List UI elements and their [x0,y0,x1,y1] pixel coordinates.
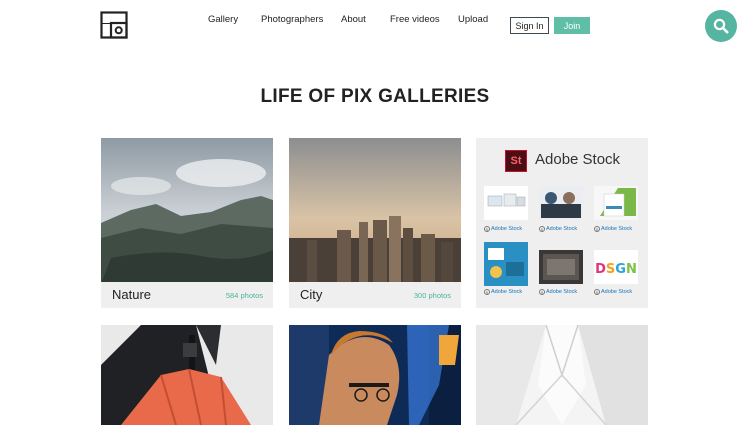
stock-thumbnail-label[interactable]: $ Adobe Stock [594,289,642,295]
gallery-card-architecture[interactable] [476,325,648,425]
gallery-card-people[interactable] [289,325,461,425]
stock-thumbnail-label[interactable]: $ Adobe Stock [484,226,532,232]
gallery-caption: Nature 584 photos [101,282,273,308]
stock-thumbnail[interactable] [594,186,638,220]
gallery-photo-count: 584 photos [225,291,263,300]
gallery-caption: City 300 photos [289,282,461,308]
logo-icon[interactable] [100,11,128,39]
nav-free-videos[interactable]: Free videos [390,14,440,25]
stock-thumbnail-label[interactable]: $ Adobe Stock [539,226,587,232]
stock-thumbnail[interactable] [539,186,583,220]
dollar-icon: $ [594,289,600,295]
stock-thumbnail-label[interactable]: $ Adobe Stock [539,289,587,295]
dollar-icon: $ [484,226,490,232]
gallery-photo-count: 300 photos [413,291,451,300]
sign-in-button[interactable]: Sign In [510,17,549,34]
dollar-icon: $ [539,289,545,295]
nav-about[interactable]: About [341,14,366,25]
stock-thumbnail-label[interactable]: $ Adobe Stock [484,289,532,295]
dollar-icon: $ [484,289,490,295]
stock-thumbnail-label[interactable]: $ Adobe Stock [594,226,642,232]
adobe-stock-logo: St [505,150,527,172]
stock-thumbnail[interactable] [484,186,528,220]
stock-thumbnail[interactable]: DSGN [594,250,638,284]
gallery-card-city[interactable]: City 300 photos [289,138,461,308]
search-icon [713,18,729,34]
page-title: LIFE OF PIX GALLERIES [260,86,490,107]
stock-thumbnail[interactable] [539,250,583,284]
architecture-photo [476,325,648,425]
nature-photo [101,138,273,284]
nav-gallery[interactable]: Gallery [208,14,238,25]
nav-upload[interactable]: Upload [458,14,488,25]
gallery-name: City [300,287,323,302]
gallery-card-umbrella[interactable] [101,325,273,425]
adobe-stock-ad[interactable]: St Adobe Stock $ Adobe Stock $ Adobe Stock… [476,138,648,308]
dollar-icon: $ [594,226,600,232]
city-photo [289,138,461,284]
umbrella-photo [101,325,273,425]
nav-photographers[interactable]: Photographers [261,14,323,25]
join-button[interactable]: Join [554,17,590,34]
man-glasses-photo [289,325,461,425]
dollar-icon: $ [539,226,545,232]
stock-thumbnail[interactable] [484,242,528,286]
adobe-stock-title: Adobe Stock [535,151,621,168]
svg-text:DSGN: DSGN [595,262,637,277]
gallery-card-nature[interactable]: Nature 584 photos [101,138,273,308]
search-button[interactable] [705,10,737,42]
gallery-name: Nature [112,287,152,302]
